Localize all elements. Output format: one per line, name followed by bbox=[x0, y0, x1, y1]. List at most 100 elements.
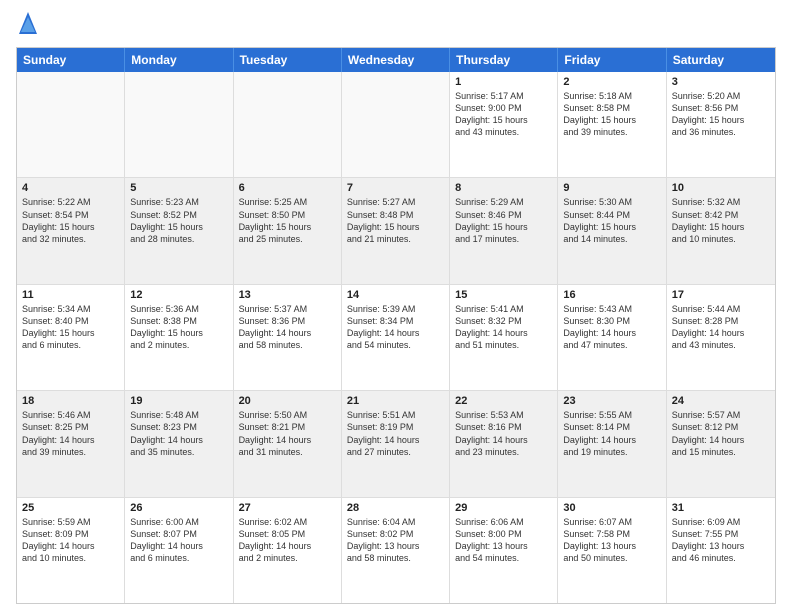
header-day-sunday: Sunday bbox=[17, 48, 125, 72]
cal-cell: 20Sunrise: 5:50 AMSunset: 8:21 PMDayligh… bbox=[234, 391, 342, 496]
cell-text: Sunrise: 5:32 AM bbox=[672, 196, 770, 208]
day-number: 13 bbox=[239, 289, 336, 301]
cell-text: and 10 minutes. bbox=[672, 233, 770, 245]
cell-text: Sunrise: 6:07 AM bbox=[563, 516, 660, 528]
cell-text: Sunset: 8:19 PM bbox=[347, 421, 444, 433]
cell-text: Daylight: 15 hours bbox=[563, 221, 660, 233]
cell-text: Sunset: 8:32 PM bbox=[455, 315, 552, 327]
cal-cell: 16Sunrise: 5:43 AMSunset: 8:30 PMDayligh… bbox=[558, 285, 666, 390]
cell-text: Daylight: 14 hours bbox=[239, 327, 336, 339]
cell-text: Sunset: 8:58 PM bbox=[563, 102, 660, 114]
cell-text: Sunset: 7:58 PM bbox=[563, 528, 660, 540]
day-number: 7 bbox=[347, 182, 444, 194]
day-number: 17 bbox=[672, 289, 770, 301]
cell-text: and 54 minutes. bbox=[455, 552, 552, 564]
cal-cell: 25Sunrise: 5:59 AMSunset: 8:09 PMDayligh… bbox=[17, 498, 125, 603]
day-number: 14 bbox=[347, 289, 444, 301]
cell-text: Daylight: 14 hours bbox=[563, 434, 660, 446]
cal-cell: 4Sunrise: 5:22 AMSunset: 8:54 PMDaylight… bbox=[17, 178, 125, 283]
cell-text: Sunrise: 5:34 AM bbox=[22, 303, 119, 315]
cell-text: Sunrise: 5:41 AM bbox=[455, 303, 552, 315]
logo-icon bbox=[19, 12, 37, 39]
day-number: 28 bbox=[347, 502, 444, 514]
day-number: 19 bbox=[130, 395, 227, 407]
cal-cell bbox=[234, 72, 342, 177]
cell-text: and 39 minutes. bbox=[22, 446, 119, 458]
cell-text: Daylight: 14 hours bbox=[22, 434, 119, 446]
header-day-monday: Monday bbox=[125, 48, 233, 72]
cell-text: Sunset: 8:30 PM bbox=[563, 315, 660, 327]
cell-text: Sunrise: 5:48 AM bbox=[130, 409, 227, 421]
cell-text: Daylight: 15 hours bbox=[22, 327, 119, 339]
cal-cell: 1Sunrise: 5:17 AMSunset: 9:00 PMDaylight… bbox=[450, 72, 558, 177]
cell-text: and 17 minutes. bbox=[455, 233, 552, 245]
cal-cell: 10Sunrise: 5:32 AMSunset: 8:42 PMDayligh… bbox=[667, 178, 775, 283]
day-number: 18 bbox=[22, 395, 119, 407]
cell-text: Daylight: 14 hours bbox=[239, 540, 336, 552]
day-number: 30 bbox=[563, 502, 660, 514]
day-number: 10 bbox=[672, 182, 770, 194]
week-row-2: 4Sunrise: 5:22 AMSunset: 8:54 PMDaylight… bbox=[17, 178, 775, 284]
cell-text: Daylight: 14 hours bbox=[239, 434, 336, 446]
cal-cell: 24Sunrise: 5:57 AMSunset: 8:12 PMDayligh… bbox=[667, 391, 775, 496]
cell-text: Daylight: 13 hours bbox=[455, 540, 552, 552]
cell-text: and 25 minutes. bbox=[239, 233, 336, 245]
cell-text: Daylight: 15 hours bbox=[130, 327, 227, 339]
cal-cell: 27Sunrise: 6:02 AMSunset: 8:05 PMDayligh… bbox=[234, 498, 342, 603]
cell-text: and 19 minutes. bbox=[563, 446, 660, 458]
cell-text: and 10 minutes. bbox=[22, 552, 119, 564]
cal-cell: 22Sunrise: 5:53 AMSunset: 8:16 PMDayligh… bbox=[450, 391, 558, 496]
cell-text: and 21 minutes. bbox=[347, 233, 444, 245]
cell-text: Sunrise: 5:27 AM bbox=[347, 196, 444, 208]
cell-text: Sunset: 8:23 PM bbox=[130, 421, 227, 433]
cell-text: and 51 minutes. bbox=[455, 339, 552, 351]
week-row-1: 1Sunrise: 5:17 AMSunset: 9:00 PMDaylight… bbox=[17, 72, 775, 178]
cell-text: Sunrise: 6:02 AM bbox=[239, 516, 336, 528]
cell-text: and 2 minutes. bbox=[130, 339, 227, 351]
cell-text: Sunset: 8:42 PM bbox=[672, 209, 770, 221]
cell-text: and 58 minutes. bbox=[239, 339, 336, 351]
week-row-5: 25Sunrise: 5:59 AMSunset: 8:09 PMDayligh… bbox=[17, 498, 775, 603]
cell-text: Daylight: 14 hours bbox=[563, 327, 660, 339]
cell-text: and 31 minutes. bbox=[239, 446, 336, 458]
day-number: 3 bbox=[672, 76, 770, 88]
cell-text: Sunset: 8:02 PM bbox=[347, 528, 444, 540]
day-number: 5 bbox=[130, 182, 227, 194]
cell-text: Sunset: 8:54 PM bbox=[22, 209, 119, 221]
day-number: 8 bbox=[455, 182, 552, 194]
cell-text: Sunset: 8:00 PM bbox=[455, 528, 552, 540]
day-number: 24 bbox=[672, 395, 770, 407]
cell-text: Sunset: 8:48 PM bbox=[347, 209, 444, 221]
cell-text: Daylight: 14 hours bbox=[130, 434, 227, 446]
cell-text: Sunset: 8:50 PM bbox=[239, 209, 336, 221]
cal-cell: 7Sunrise: 5:27 AMSunset: 8:48 PMDaylight… bbox=[342, 178, 450, 283]
cell-text: Sunset: 8:05 PM bbox=[239, 528, 336, 540]
header-day-wednesday: Wednesday bbox=[342, 48, 450, 72]
day-number: 16 bbox=[563, 289, 660, 301]
cal-cell: 31Sunrise: 6:09 AMSunset: 7:55 PMDayligh… bbox=[667, 498, 775, 603]
cell-text: and 46 minutes. bbox=[672, 552, 770, 564]
logo-text bbox=[16, 16, 37, 39]
cell-text: Daylight: 15 hours bbox=[563, 114, 660, 126]
cell-text: Daylight: 14 hours bbox=[347, 434, 444, 446]
header bbox=[16, 12, 776, 39]
cell-text: Daylight: 14 hours bbox=[455, 434, 552, 446]
cal-cell: 15Sunrise: 5:41 AMSunset: 8:32 PMDayligh… bbox=[450, 285, 558, 390]
header-day-thursday: Thursday bbox=[450, 48, 558, 72]
cell-text: Daylight: 14 hours bbox=[22, 540, 119, 552]
cell-text: Daylight: 15 hours bbox=[455, 221, 552, 233]
day-number: 23 bbox=[563, 395, 660, 407]
cell-text: Daylight: 15 hours bbox=[130, 221, 227, 233]
cell-text: Sunrise: 5:18 AM bbox=[563, 90, 660, 102]
cell-text: Sunrise: 5:55 AM bbox=[563, 409, 660, 421]
cal-cell: 3Sunrise: 5:20 AMSunset: 8:56 PMDaylight… bbox=[667, 72, 775, 177]
cell-text: Sunset: 8:12 PM bbox=[672, 421, 770, 433]
cell-text: and 27 minutes. bbox=[347, 446, 444, 458]
cal-cell: 6Sunrise: 5:25 AMSunset: 8:50 PMDaylight… bbox=[234, 178, 342, 283]
cell-text: Sunset: 8:40 PM bbox=[22, 315, 119, 327]
cell-text: Daylight: 13 hours bbox=[563, 540, 660, 552]
cell-text: Sunrise: 5:59 AM bbox=[22, 516, 119, 528]
day-number: 26 bbox=[130, 502, 227, 514]
cell-text: Sunrise: 6:09 AM bbox=[672, 516, 770, 528]
day-number: 2 bbox=[563, 76, 660, 88]
